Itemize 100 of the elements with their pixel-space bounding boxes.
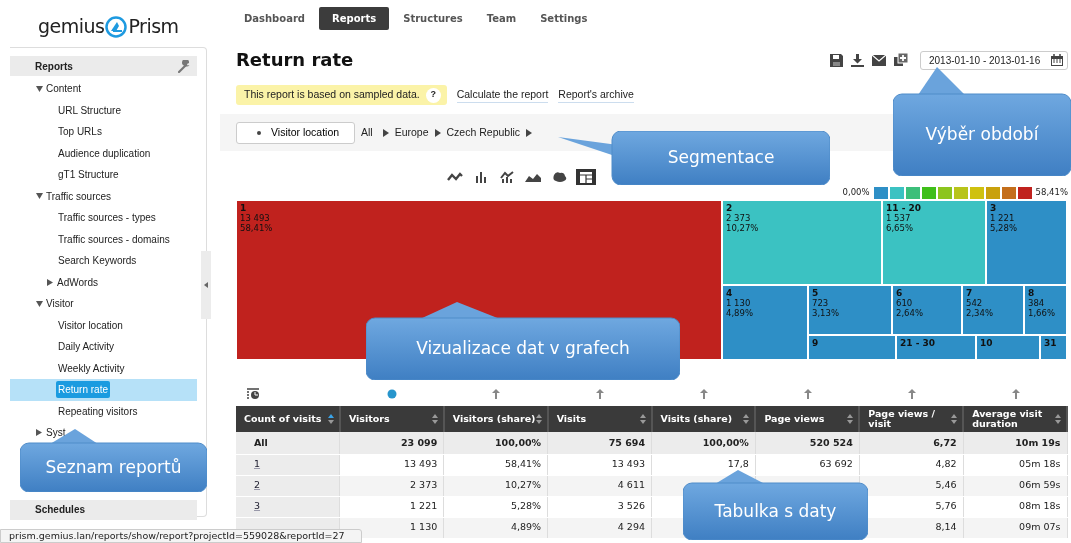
nav-tab[interactable]: Dashboard [234, 7, 315, 30]
treemap-cell[interactable]: 10 [976, 335, 1040, 360]
column-header[interactable]: Visitors (share) [443, 406, 548, 432]
treemap-cell[interactable]: 3 1 221 5,28% [986, 200, 1067, 285]
breadcrumb-link[interactable]: All [361, 124, 373, 141]
treemap-cell[interactable]: 31 [1040, 335, 1067, 360]
column-header[interactable]: Count of visits [236, 406, 340, 432]
dimension-button[interactable]: Visitor location [236, 121, 355, 144]
table-cell: 10m 19s [963, 432, 1067, 454]
help-button[interactable]: ? [425, 87, 441, 103]
row-link[interactable]: 3 [254, 500, 261, 512]
nav-tab[interactable]: Team [476, 7, 527, 30]
treemap-cell[interactable]: 6 610 2,64% [892, 285, 962, 335]
tree-item[interactable]: Audience duplication [56, 144, 153, 162]
caret-left-icon [204, 282, 208, 288]
annotation-tooltip: Výběr období [893, 67, 1071, 176]
tree-item[interactable]: Traffic sources [44, 187, 114, 205]
treemap-cell[interactable]: 11 - 20 1 537 6,65% [882, 200, 986, 285]
arrow-up-icon[interactable] [700, 389, 708, 399]
tree-item[interactable]: Daily Activity [56, 338, 117, 356]
annotation-tooltip: Vizualizace dat v grafech [366, 302, 680, 380]
arrow-up-icon[interactable] [1012, 389, 1020, 399]
table-cell: 1 221 [339, 496, 444, 517]
tree-item[interactable]: Repeating visitors [56, 402, 140, 420]
column-header[interactable]: Page views / visit [859, 406, 964, 432]
tree-item[interactable]: Search Keywords [56, 252, 139, 270]
table-cell: 3 526 [547, 496, 652, 517]
date-range-field[interactable]: 2013-01-10 - 2013-01-16 [920, 50, 1068, 70]
annotation-tooltip: Segmentace [558, 131, 830, 185]
tree-item[interactable]: gT1 Structure [56, 166, 121, 184]
column-header[interactable]: Average visit duration [963, 406, 1067, 432]
arrow-up-icon[interactable] [596, 389, 604, 399]
tree-item[interactable]: Visitor location [56, 316, 125, 334]
column-header[interactable]: Visits (share) [651, 406, 756, 432]
column-header[interactable]: Visits [547, 406, 652, 432]
table-cell: 13 493 [339, 454, 444, 475]
table-cell: 23 099 [339, 432, 444, 454]
save-icon[interactable] [830, 53, 843, 67]
legend-min: 0,00% [842, 186, 870, 199]
nav-tab[interactable]: Reports [319, 7, 390, 30]
treemap-cell[interactable]: 9 [808, 335, 896, 360]
table-cell: 100,00% [443, 432, 548, 454]
treemap-cell[interactable]: 21 - 30 [896, 335, 976, 360]
column-header[interactable]: Page views [755, 406, 860, 432]
legend-max: 58,41% [1035, 186, 1068, 199]
arrow-up-icon[interactable] [804, 389, 812, 399]
dot-icon[interactable] [387, 389, 397, 399]
notice-text: This report is based on sampled data. [244, 87, 420, 103]
row-link[interactable]: 1 [254, 458, 261, 470]
table-cell: 58,41% [443, 454, 548, 475]
treemap-cell[interactable]: 4 1 130 4,89% [722, 285, 808, 360]
collapse-handle[interactable] [201, 251, 211, 319]
tree-item[interactable]: Weekly Activity [56, 359, 127, 377]
report-link[interactable]: Report's archive [558, 86, 634, 104]
logo-text: gemius [38, 17, 105, 36]
sidebar-header-label[interactable]: Schedules [35, 502, 86, 517]
treemap-cell[interactable]: 7 542 2,34% [962, 285, 1024, 335]
table-cell: All [236, 432, 340, 454]
breadcrumb-link[interactable]: Europe [394, 124, 429, 141]
table-cell: 6,72 [859, 432, 964, 454]
nav-tab[interactable]: Settings [530, 7, 598, 30]
tree-item[interactable]: Syst [44, 424, 68, 442]
tree-item[interactable]: Top URLs [56, 123, 104, 141]
download-icon[interactable] [851, 53, 864, 67]
treemap-cell[interactable]: 2 2 373 10,27% [722, 200, 882, 285]
tree-item[interactable]: AdWords [55, 273, 100, 291]
nav-tab[interactable]: Structures [393, 7, 473, 30]
calendar-icon [1051, 54, 1063, 66]
tree-item[interactable]: Traffic sources - domains [56, 230, 172, 248]
arrow-up-icon[interactable] [492, 389, 500, 399]
table-options-icon[interactable] [246, 388, 260, 400]
report-link[interactable]: Calculate the report [456, 86, 549, 104]
treemap-chart-icon[interactable] [576, 169, 596, 185]
status-url: prism.gemius.lan/reports/show/report?projectId=559028&reportId=27 [0, 529, 362, 543]
table-cell: 75 694 [547, 432, 652, 454]
add-copy-icon[interactable] [894, 53, 908, 67]
table-cell: 13 493 [547, 454, 652, 475]
wrench-icon[interactable] [178, 59, 191, 73]
row-link[interactable]: 2 [254, 479, 261, 491]
page-title: Return rate [236, 49, 354, 71]
table-cell: 100,00% [651, 432, 756, 454]
arrow-up-icon[interactable] [908, 389, 916, 399]
column-header[interactable]: Visitors [339, 406, 444, 432]
tree-item[interactable]: URL Structure [56, 101, 123, 119]
treemap-cell[interactable]: 8 384 1,66% [1024, 285, 1067, 335]
breadcrumb-link[interactable]: Czech Republic [446, 124, 521, 141]
sidebar-header-label[interactable]: Reports [35, 58, 73, 74]
mail-icon[interactable] [872, 54, 886, 66]
table-cell: 05m 18s [963, 454, 1067, 475]
tree-item[interactable]: Traffic sources - types [56, 209, 158, 227]
logo-icon [105, 15, 128, 38]
tree-item[interactable]: Content [44, 80, 84, 98]
table-cell: 520 524 [755, 432, 860, 454]
logo-text: Prism [128, 17, 179, 36]
caret-right-icon [382, 128, 389, 137]
tree-item[interactable]: Visitor [44, 295, 76, 313]
caret-right-icon [526, 128, 533, 137]
table-cell: 08m 18s [963, 496, 1067, 517]
treemap-cell[interactable]: 5 723 3,13% [808, 285, 892, 335]
annotation-tooltip: Tabulka s daty [683, 470, 868, 540]
